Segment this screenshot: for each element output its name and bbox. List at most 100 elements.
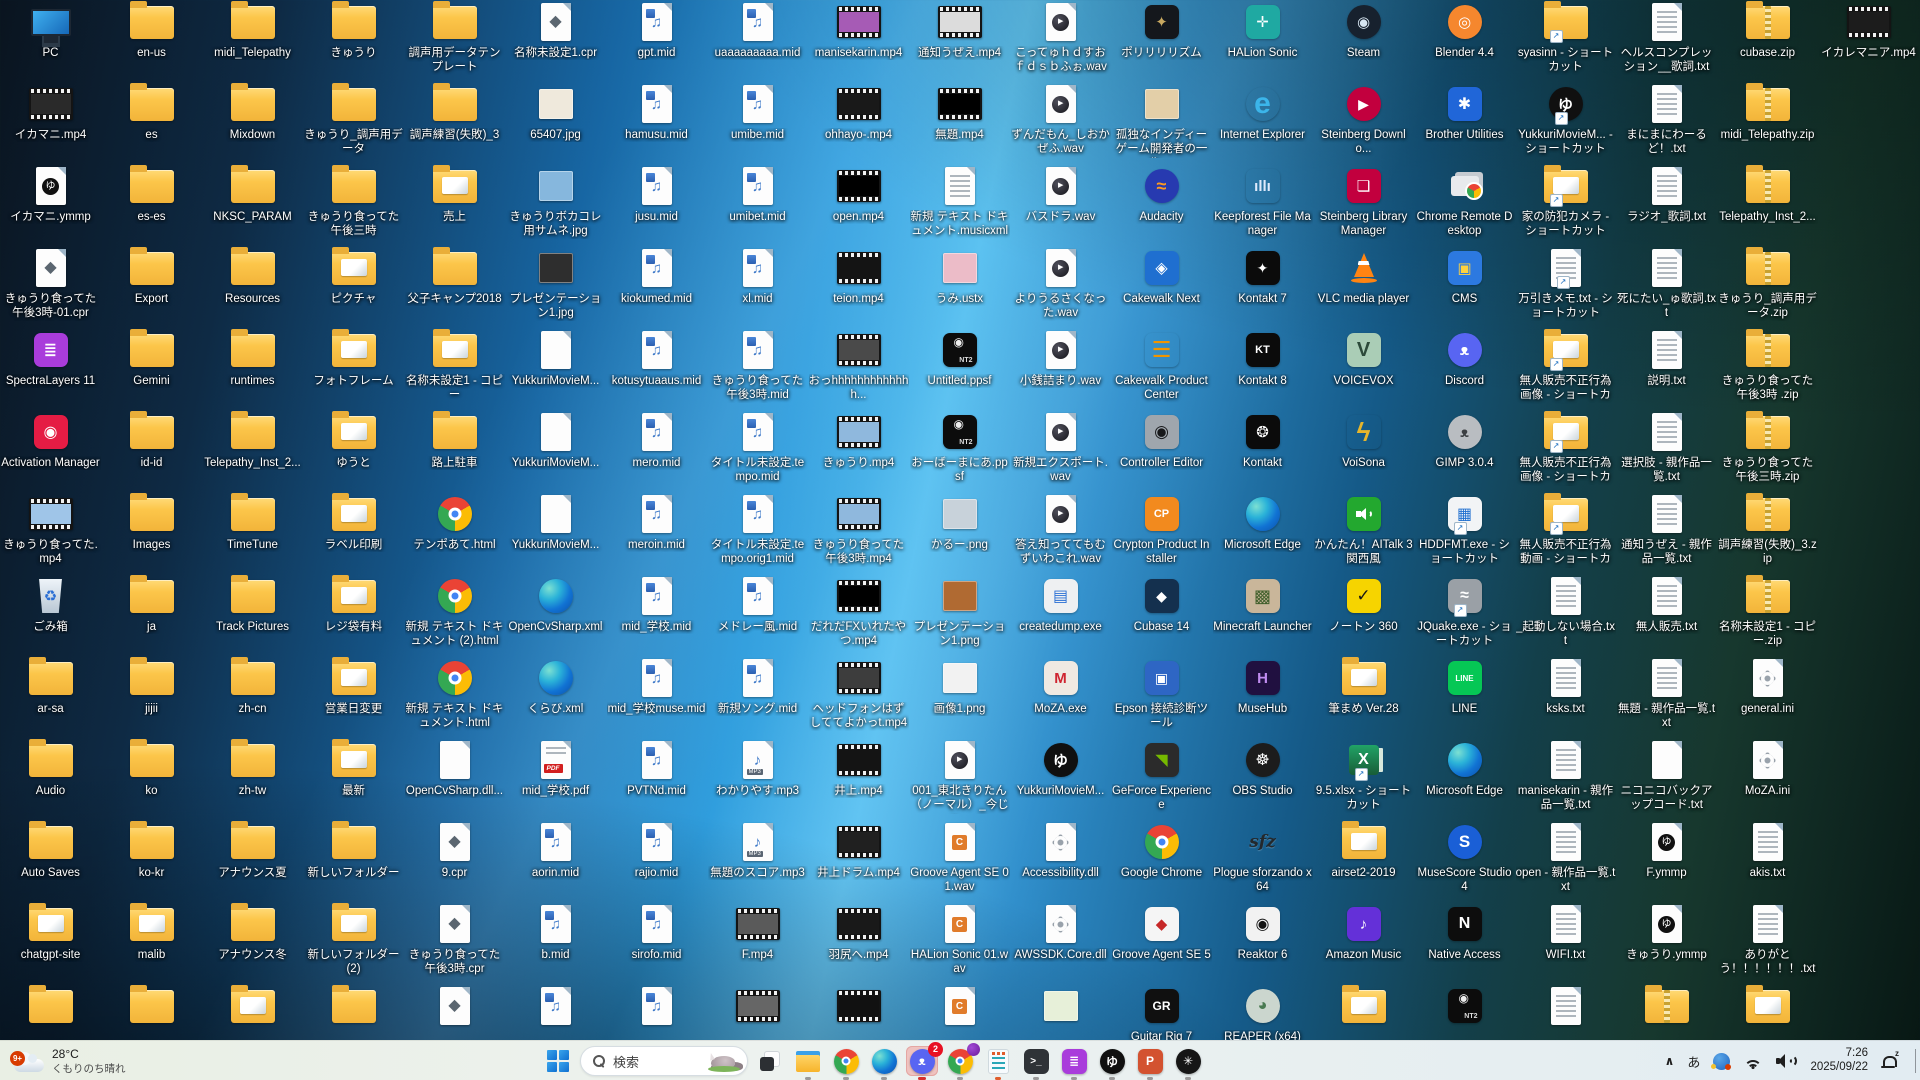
- desktop-icon[interactable]: フォトフレーム: [303, 328, 404, 408]
- desktop-icon[interactable]: 通知うぜえ - 親作品一覧.txt: [1616, 492, 1717, 572]
- desktop-icon[interactable]: きゅうり食ってた午後3時.mp4: [808, 492, 909, 572]
- search-input[interactable]: 検索: [580, 1046, 748, 1076]
- desktop-icon[interactable]: ▣ CMS: [1414, 246, 1515, 326]
- desktop-icon[interactable]: プレゼンテーション1.png: [909, 574, 1010, 654]
- desktop-icon[interactable]: ヘルスコンプレッション__歌詞.txt: [1616, 0, 1717, 80]
- desktop-icon[interactable]: ♫ aorin.mid: [505, 820, 606, 900]
- desktop-icon[interactable]: ありがとう！！！！！！.txt: [1717, 902, 1818, 982]
- desktop-icon[interactable]: ᴥ GIMP 3.0.4: [1414, 410, 1515, 490]
- ime-indicator[interactable]: あ: [1687, 1052, 1700, 1071]
- desktop-icon[interactable]: ゆ F.ymmp: [1616, 820, 1717, 900]
- desktop-icon[interactable]: ピクチャ: [303, 246, 404, 326]
- desktop-icon[interactable]: ♫ mid_学校muse.mid: [606, 656, 707, 736]
- desktop-icon[interactable]: Track Pictures: [202, 574, 303, 654]
- desktop-icon[interactable]: レジ袋有料: [303, 574, 404, 654]
- desktop-icon[interactable]: 無人販売不正行為画像 - ショートカット: [1515, 410, 1616, 490]
- desktop-icon[interactable]: ◆ Groove Agent SE 5: [1111, 902, 1212, 982]
- desktop-icon[interactable]: ♫ uaaaaaaaaa.mid: [707, 0, 808, 80]
- desktop-icon[interactable]: es: [101, 82, 202, 162]
- weather-widget[interactable]: 9+ 28°C くもりのち晴れ: [8, 1044, 132, 1078]
- desktop-icon[interactable]: ラベル印刷: [303, 492, 404, 572]
- desktop-icon[interactable]: ◥ GeForce Experience: [1111, 738, 1212, 818]
- desktop-icon[interactable]: 調声練習(失敗)_3.zip: [1717, 492, 1818, 572]
- desktop-icon[interactable]: ◉ Controller Editor: [1111, 410, 1212, 490]
- desktop-icon[interactable]: ◆ 名称未設定1.cpr: [505, 0, 606, 80]
- desktop-icon[interactable]: ♫ jusu.mid: [606, 164, 707, 244]
- desktop-icon[interactable]: テンポあて.html: [404, 492, 505, 572]
- desktop-icon[interactable]: N Native Access: [1414, 902, 1515, 982]
- desktop-icon[interactable]: 筆まめ Ver.28: [1313, 656, 1414, 736]
- desktop-icon[interactable]: バスドラ.wav: [1010, 164, 1111, 244]
- desktop-icon[interactable]: ラジオ_歌詞.txt: [1616, 164, 1717, 244]
- desktop-icon[interactable]: Telepathy_Inst_2...: [202, 410, 303, 490]
- desktop-icon[interactable]: TimeTune: [202, 492, 303, 572]
- desktop-icon[interactable]: ♫ gpt.mid: [606, 0, 707, 80]
- desktop-icon[interactable]: ◆ 9.cpr: [404, 820, 505, 900]
- desktop-icon[interactable]: Mixdown: [202, 82, 303, 162]
- desktop-icon[interactable]: ksks.txt: [1515, 656, 1616, 736]
- taskbar-app-edge[interactable]: [868, 1046, 900, 1080]
- desktop-icon[interactable]: 調声用データテンプレート: [404, 0, 505, 80]
- desktop-icon[interactable]: en-us: [101, 0, 202, 80]
- desktop-icon[interactable]: PC: [0, 0, 101, 80]
- hidden-icons-chevron-icon[interactable]: ∧: [1665, 1054, 1675, 1068]
- desktop-icon[interactable]: ♫ タイトル未設定.tempo.mid: [707, 410, 808, 490]
- desktop-icon[interactable]: ar-sa: [0, 656, 101, 736]
- desktop-icon[interactable]: 画像1.png: [909, 656, 1010, 736]
- desktop-icon[interactable]: ▩ Minecraft Launcher: [1212, 574, 1313, 654]
- taskbar-app-terminal[interactable]: >_: [1020, 1046, 1052, 1080]
- desktop-icon[interactable]: 通知うぜえ.mp4: [909, 0, 1010, 80]
- desktop-icon[interactable]: Microsoft Edge: [1414, 738, 1515, 818]
- desktop-icon[interactable]: 新規 テキスト ドキュメント.musicxml: [909, 164, 1010, 244]
- desktop-icon[interactable]: OpenCvSharp.dll...: [404, 738, 505, 818]
- desktop-icon[interactable]: ko-kr: [101, 820, 202, 900]
- desktop-icon[interactable]: Export: [101, 246, 202, 326]
- desktop-icon[interactable]: ▣ Epson 接続診断ツール: [1111, 656, 1212, 736]
- desktop-icon[interactable]: イカレマニア.mp4: [1818, 0, 1919, 80]
- desktop-icon[interactable]: C HALion Sonic 01.wav: [909, 902, 1010, 982]
- taskbar-app-chrome2[interactable]: [944, 1043, 980, 1080]
- desktop-icon[interactable]: きゅうりボカコレ用サムネ.jpg: [505, 164, 606, 244]
- desktop-icon[interactable]: syasinn - ショートカット: [1515, 0, 1616, 80]
- desktop-icon[interactable]: 井上.mp4: [808, 738, 909, 818]
- desktop-icon[interactable]: うみ.ustx: [909, 246, 1010, 326]
- desktop-icon[interactable]: ☰ Cakewalk Product Center: [1111, 328, 1212, 408]
- desktop-icon[interactable]: ❏ Steinberg Library Manager: [1313, 164, 1414, 244]
- desktop-icon[interactable]: midi_Telepathy: [202, 0, 303, 80]
- desktop-icon[interactable]: chatgpt-site: [0, 902, 101, 982]
- desktop-icon[interactable]: ≈ Audacity: [1111, 164, 1212, 244]
- desktop-icon[interactable]: e Internet Explorer: [1212, 82, 1313, 162]
- desktop-icon[interactable]: きゅうり食ってた午後三時: [303, 164, 404, 244]
- desktop-icon[interactable]: プレゼンテーション1.jpg: [505, 246, 606, 326]
- desktop-icon[interactable]: M MoZA.exe: [1010, 656, 1111, 736]
- desktop-icon[interactable]: ゆ YukkuriMovieM... - ショートカット: [1515, 82, 1616, 162]
- desktop-icon[interactable]: F.mp4: [707, 902, 808, 982]
- desktop-icon[interactable]: ♫ b.mid: [505, 902, 606, 982]
- desktop-icon[interactable]: 65407.jpg: [505, 82, 606, 162]
- desktop-icon[interactable]: ♫ meroin.mid: [606, 492, 707, 572]
- desktop-icon[interactable]: ◈ Cakewalk Next: [1111, 246, 1212, 326]
- desktop-icon[interactable]: zh-tw: [202, 738, 303, 818]
- desktop-icon[interactable]: 売上: [404, 164, 505, 244]
- desktop-icon[interactable]: VLC media player: [1313, 246, 1414, 326]
- desktop-icon[interactable]: ♫ mero.mid: [606, 410, 707, 490]
- tray-app-icon[interactable]: [1711, 1052, 1732, 1070]
- desktop-icon[interactable]: ◆ Cubase 14: [1111, 574, 1212, 654]
- desktop-icon[interactable]: LINE LINE: [1414, 656, 1515, 736]
- desktop-icon[interactable]: ◉ Activation Manager: [0, 410, 101, 490]
- desktop-icon[interactable]: ♫ umibet.mid: [707, 164, 808, 244]
- desktop-icon[interactable]: おっhhhhhhhhhhhhh...: [808, 328, 909, 408]
- desktop-icon[interactable]: Auto Saves: [0, 820, 101, 900]
- desktop-icon[interactable]: ♫ hamusu.mid: [606, 82, 707, 162]
- desktop-icon[interactable]: ✓ ノートン 360: [1313, 574, 1414, 654]
- desktop-icon[interactable]: ✦ Kontakt 7: [1212, 246, 1313, 326]
- desktop-icon[interactable]: 無題.mp4: [909, 82, 1010, 162]
- desktop-icon[interactable]: akis.txt: [1717, 820, 1818, 900]
- desktop-icon[interactable]: 名称未設定1 - コピー: [404, 328, 505, 408]
- desktop-icon[interactable]: ♫ xl.mid: [707, 246, 808, 326]
- desktop-icon[interactable]: きゅうり.mp4: [808, 410, 909, 490]
- desktop-icon[interactable]: ゆ YukkuriMovieM...: [1010, 738, 1111, 818]
- wifi-icon[interactable]: [1743, 1054, 1763, 1069]
- desktop-icon[interactable]: 新しいフォルダー (2): [303, 902, 404, 982]
- taskbar-app-ymm[interactable]: ゆ: [1096, 1046, 1128, 1080]
